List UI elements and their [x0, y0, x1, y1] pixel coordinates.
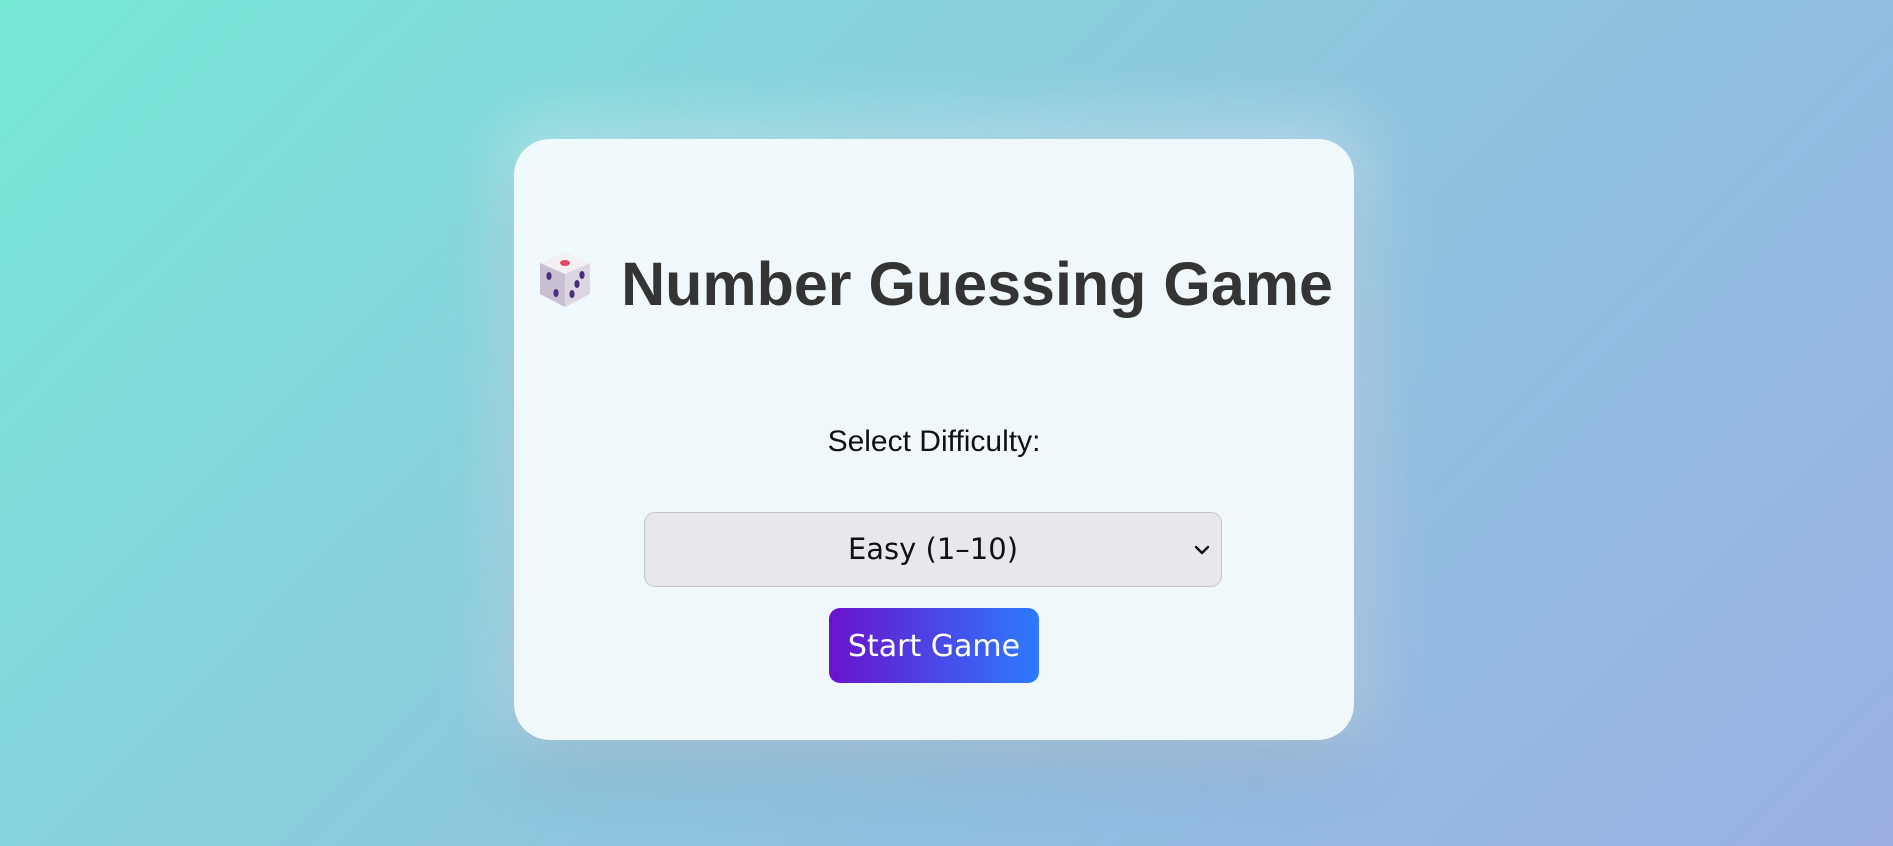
- start-game-button[interactable]: Start Game: [829, 608, 1039, 683]
- chevron-down-icon: [1194, 545, 1210, 555]
- difficulty-selected-value: Easy (1–10): [847, 532, 1019, 566]
- game-card: Number Guessing Game Select Difficulty: …: [514, 139, 1354, 740]
- page-title: Number Guessing Game: [621, 250, 1333, 318]
- difficulty-label: Select Difficulty:: [827, 425, 1041, 458]
- difficulty-select[interactable]: Easy (1–10): [644, 512, 1222, 587]
- page-title-row: Number Guessing Game: [514, 247, 1354, 321]
- dice-icon: [540, 252, 591, 307]
